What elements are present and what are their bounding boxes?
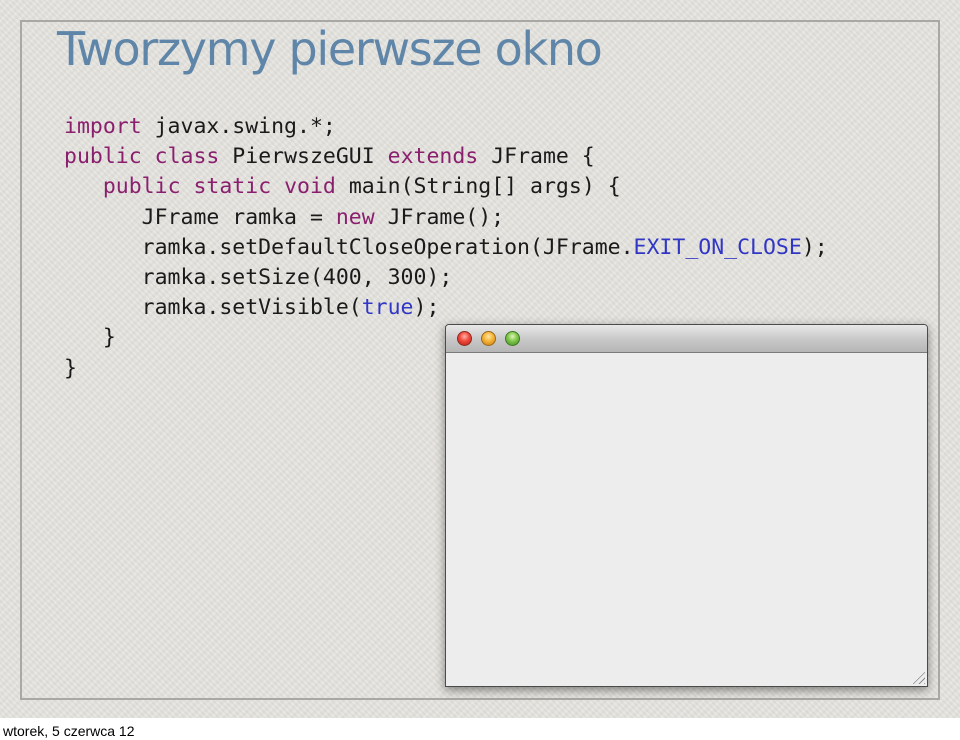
footer-date: wtorek, 5 czerwca 12 [3, 723, 135, 739]
jframe-window[interactable] [445, 324, 928, 687]
window-close-button[interactable] [457, 331, 472, 346]
code-line: ramka.setDefaultCloseOperation(JFrame.EX… [64, 233, 828, 263]
code-line: import javax.swing.*; [64, 112, 828, 142]
code-token: ramka.setDefaultCloseOperation(JFrame. [64, 234, 634, 260]
code-line: public class PierwszeGUI extends JFrame … [64, 142, 828, 172]
code-token: JFrame(); [374, 204, 505, 230]
window-zoom-button[interactable] [505, 331, 520, 346]
code-token: javax.swing.*; [141, 114, 336, 139]
code-line: ramka.setVisible(true); [64, 293, 828, 323]
code-token: } [64, 355, 77, 381]
code-literal: EXIT_ON_CLOSE [633, 234, 802, 260]
slide-title: Tworzymy pierwsze okno [57, 22, 603, 76]
code-literal: true [361, 295, 414, 321]
code-keyword: extends [387, 144, 479, 170]
code-token: JFrame ramka = [64, 204, 336, 230]
code-keyword: import [64, 114, 142, 139]
code-keyword: static [193, 174, 272, 200]
window-titlebar[interactable] [446, 325, 927, 353]
code-line: JFrame ramka = new JFrame(); [64, 203, 828, 233]
code-token: } [64, 325, 116, 351]
code-token: ); [413, 295, 440, 321]
code-keyword: new [335, 204, 375, 230]
code-keyword: void [284, 174, 336, 200]
code-keyword: public [102, 174, 181, 200]
code-token: ); [801, 234, 828, 260]
code-token: main(String[] args) { [335, 174, 621, 200]
code-token: ramka.setVisible( [64, 295, 362, 321]
slide: Tworzymy pierwsze okno import javax.swin… [0, 0, 960, 718]
code-line: ramka.setSize(400, 300); [64, 263, 828, 293]
code-token: JFrame { [478, 144, 595, 170]
code-token: PierwszeGUI [219, 144, 388, 170]
window-minimize-button[interactable] [481, 331, 496, 346]
code-line: public static void main(String[] args) { [64, 172, 828, 202]
footer-bar: wtorek, 5 czerwca 12 [0, 718, 960, 740]
code-keyword: class [154, 144, 220, 170]
code-keyword: public [64, 144, 142, 170]
code-token: ramka.setSize(400, 300); [64, 265, 453, 291]
window-content-pane [446, 353, 927, 686]
